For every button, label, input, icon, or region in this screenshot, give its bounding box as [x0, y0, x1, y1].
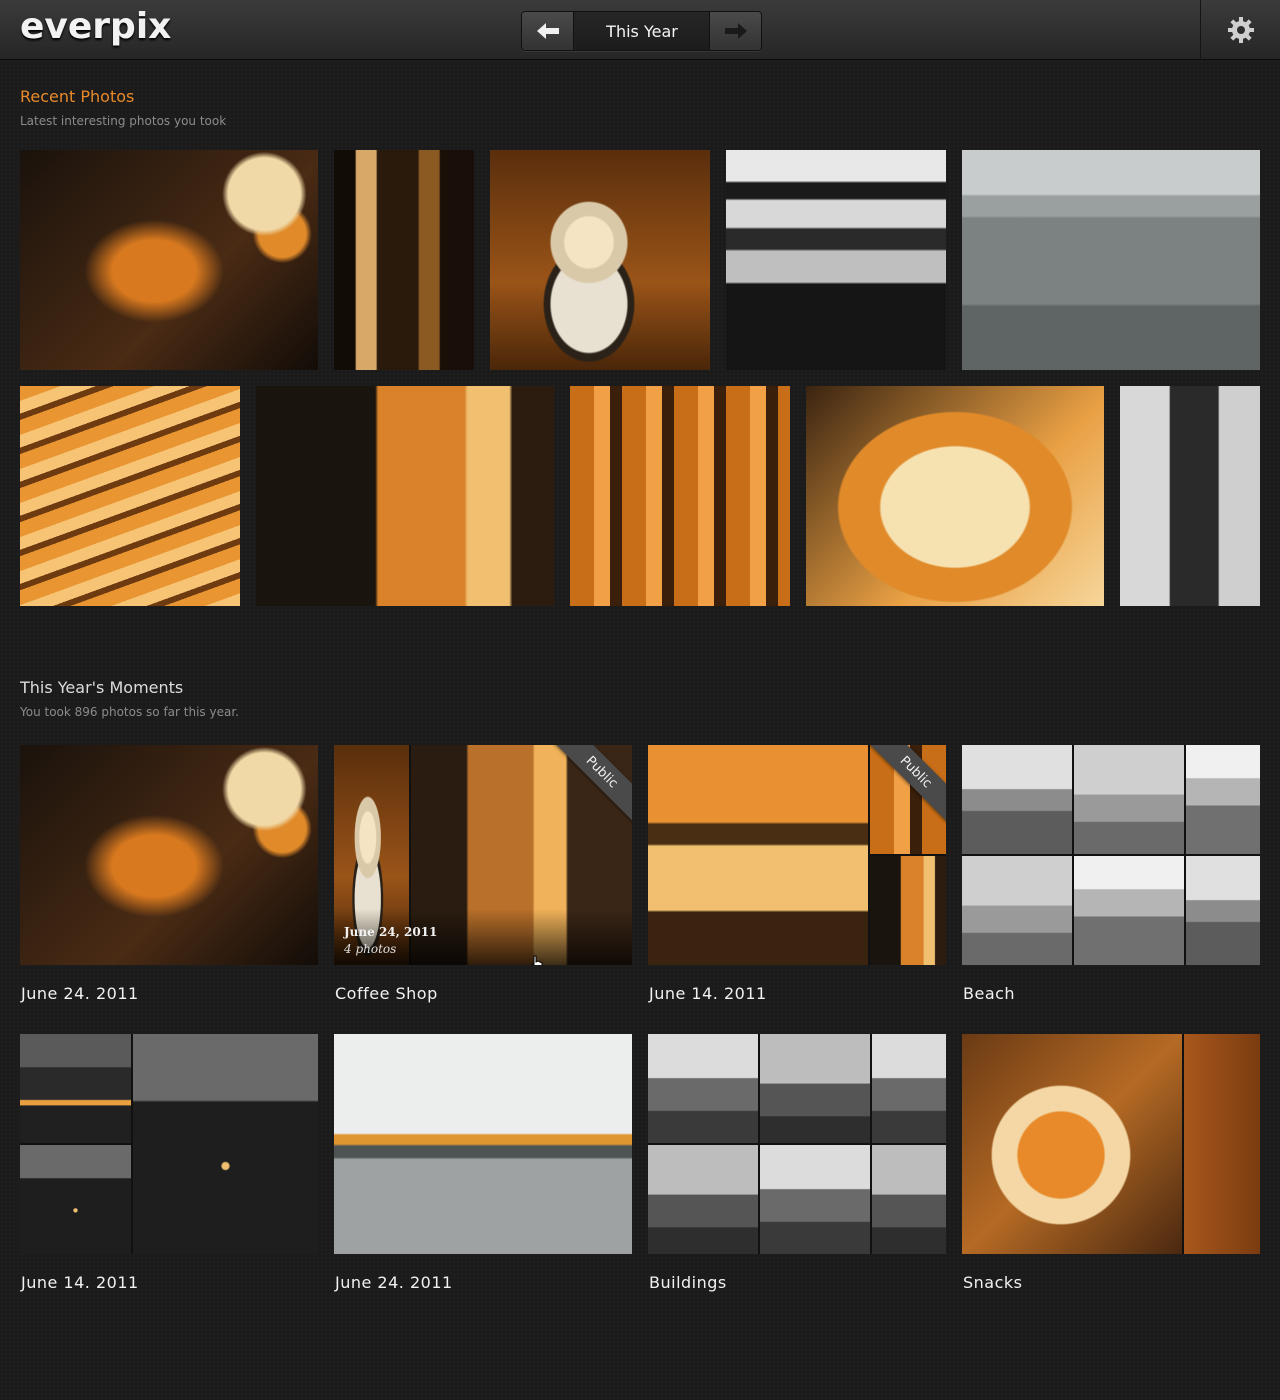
moment-label[interactable]: Snacks: [963, 1273, 1023, 1292]
next-period-button[interactable]: [709, 12, 761, 50]
period-title: This Year: [575, 12, 709, 50]
moment-label[interactable]: June 14. 2011: [649, 984, 767, 1003]
gear-icon: [1227, 17, 1254, 43]
overlay-photo-count: 4 photos: [344, 942, 397, 956]
recent-photo[interactable]: [334, 150, 474, 370]
overlay-date: June 24, 2011: [344, 925, 438, 939]
arrow-right-icon: [724, 23, 747, 39]
moment-tile[interactable]: Public: [648, 745, 946, 965]
settings-button[interactable]: [1200, 0, 1280, 60]
moment-tile[interactable]: [648, 1034, 946, 1254]
moment-label[interactable]: June 14. 2011: [21, 1273, 139, 1292]
previous-period-button[interactable]: [522, 12, 574, 50]
moment-label[interactable]: Beach: [963, 984, 1015, 1003]
top-bar: everpix This Year: [0, 0, 1280, 60]
moment-label[interactable]: Buildings: [649, 1273, 727, 1292]
arrow-left-icon: [536, 23, 559, 39]
recent-photo[interactable]: [726, 150, 946, 370]
recent-photo[interactable]: [256, 386, 554, 606]
moment-tile[interactable]: [334, 1034, 632, 1254]
recent-photo[interactable]: [490, 150, 710, 370]
hand-cursor-icon: [531, 955, 543, 965]
moment-label[interactable]: June 24. 2011: [21, 984, 139, 1003]
moment-tile[interactable]: June 24, 2011 4 photos Public: [334, 745, 632, 965]
period-navigator: This Year: [521, 11, 762, 51]
moment-overlay: June 24, 2011 4 photos: [334, 909, 632, 965]
moment-tile[interactable]: [962, 1034, 1260, 1254]
recent-photos-title: Recent Photos: [20, 87, 135, 106]
recent-photos-subtitle: Latest interesting photos you took: [20, 114, 227, 128]
recent-photo[interactable]: [806, 386, 1104, 606]
recent-photo[interactable]: [962, 150, 1260, 370]
recent-photo[interactable]: [20, 150, 318, 370]
moment-label[interactable]: June 24. 2011: [335, 1273, 453, 1292]
recent-photo[interactable]: [1120, 386, 1260, 606]
everpix-logo[interactable]: everpix: [20, 6, 171, 47]
moments-title: This Year's Moments: [20, 678, 184, 697]
moment-tile[interactable]: [20, 745, 318, 965]
moment-label[interactable]: Coffee Shop: [335, 984, 438, 1003]
moment-tile[interactable]: [962, 745, 1260, 965]
recent-photo[interactable]: [570, 386, 790, 606]
recent-photo[interactable]: [20, 386, 240, 606]
moments-subtitle: You took 896 photos so far this year.: [20, 705, 239, 719]
moment-tile[interactable]: [20, 1034, 318, 1254]
